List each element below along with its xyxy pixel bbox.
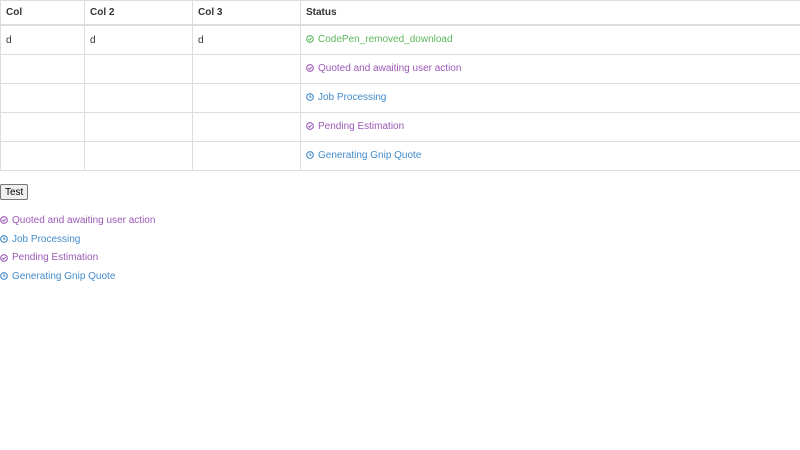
cell-status: Generating Gnip Quote bbox=[300, 141, 800, 171]
list-item: Pending Estimation bbox=[0, 248, 155, 267]
status-list: Quoted and awaiting user action Job Proc… bbox=[0, 211, 155, 286]
status-text: CodePen_removed_download bbox=[318, 33, 453, 45]
cell-col-3 bbox=[192, 112, 301, 142]
status-label: Job Processing bbox=[0, 234, 80, 245]
check-circle-icon bbox=[306, 64, 314, 73]
cell-col-3: d bbox=[192, 24, 301, 55]
status-text: Quoted and awaiting user action bbox=[12, 214, 156, 226]
table-row: Job Processing bbox=[0, 83, 800, 113]
list-item: Quoted and awaiting user action bbox=[0, 211, 155, 230]
cell-col: d bbox=[0, 24, 85, 55]
status-label: Job Processing bbox=[306, 92, 386, 103]
list-item: Generating Gnip Quote bbox=[0, 267, 155, 286]
status-text: Job Processing bbox=[12, 233, 81, 245]
check-circle-icon bbox=[306, 35, 314, 44]
cell-col-2 bbox=[84, 141, 193, 171]
table-row: d d d CodePen_removed_download bbox=[0, 24, 800, 55]
clock-icon bbox=[0, 235, 8, 243]
cell-col bbox=[0, 83, 85, 113]
table-header: Col Col 2 Col 3 Status bbox=[0, 0, 800, 26]
status-label: Generating Gnip Quote bbox=[0, 271, 115, 282]
cell-col-2: d bbox=[84, 24, 193, 55]
status-text: Generating Gnip Quote bbox=[12, 270, 116, 282]
status-label: Quoted and awaiting user action bbox=[0, 215, 155, 226]
status-text: Pending Estimation bbox=[12, 252, 99, 264]
cell-col bbox=[0, 141, 85, 171]
cell-col-2 bbox=[84, 54, 193, 84]
check-circle-icon bbox=[306, 122, 314, 131]
check-circle-icon bbox=[0, 253, 8, 262]
cell-status: CodePen_removed_download bbox=[300, 24, 800, 55]
status-label: Quoted and awaiting user action bbox=[306, 63, 461, 74]
clock-icon bbox=[306, 93, 314, 102]
test-button[interactable]: Test bbox=[0, 184, 29, 200]
status-text: Quoted and awaiting user action bbox=[318, 62, 462, 74]
cell-col-2 bbox=[84, 83, 193, 113]
status-label: Pending Estimation bbox=[306, 121, 404, 132]
status-text: Pending Estimation bbox=[318, 120, 405, 132]
status-label: CodePen_removed_download bbox=[306, 34, 453, 45]
status-text: Job Processing bbox=[318, 91, 387, 103]
cell-status: Quoted and awaiting user action bbox=[300, 54, 800, 84]
cell-status: Pending Estimation bbox=[300, 112, 800, 142]
col-header-col-2: Col 2 bbox=[84, 0, 193, 26]
cell-status: Job Processing bbox=[300, 83, 800, 113]
cell-col-3 bbox=[192, 83, 301, 113]
status-text: Generating Gnip Quote bbox=[318, 149, 422, 161]
col-header-col-3: Col 3 bbox=[192, 0, 301, 26]
cell-col-2 bbox=[84, 112, 193, 142]
table-row: Generating Gnip Quote bbox=[0, 141, 800, 171]
col-header-col: Col bbox=[0, 0, 85, 26]
table-row: Quoted and awaiting user action bbox=[0, 54, 800, 84]
status-label: Pending Estimation bbox=[0, 252, 98, 263]
check-circle-icon bbox=[0, 216, 8, 225]
cell-col-3 bbox=[192, 54, 301, 84]
cell-col bbox=[0, 112, 85, 142]
table-row: Pending Estimation bbox=[0, 112, 800, 142]
clock-icon bbox=[306, 151, 314, 160]
list-item: Job Processing bbox=[0, 230, 155, 249]
col-header-status: Status bbox=[300, 0, 800, 26]
cell-col bbox=[0, 54, 85, 84]
status-table: Col Col 2 Col 3 Status d d d CodePen_rem… bbox=[0, 0, 800, 171]
status-label: Generating Gnip Quote bbox=[306, 150, 421, 161]
cell-col-3 bbox=[192, 141, 301, 171]
table-body: d d d CodePen_removed_download Quoted an… bbox=[0, 24, 800, 171]
clock-icon bbox=[0, 272, 8, 281]
